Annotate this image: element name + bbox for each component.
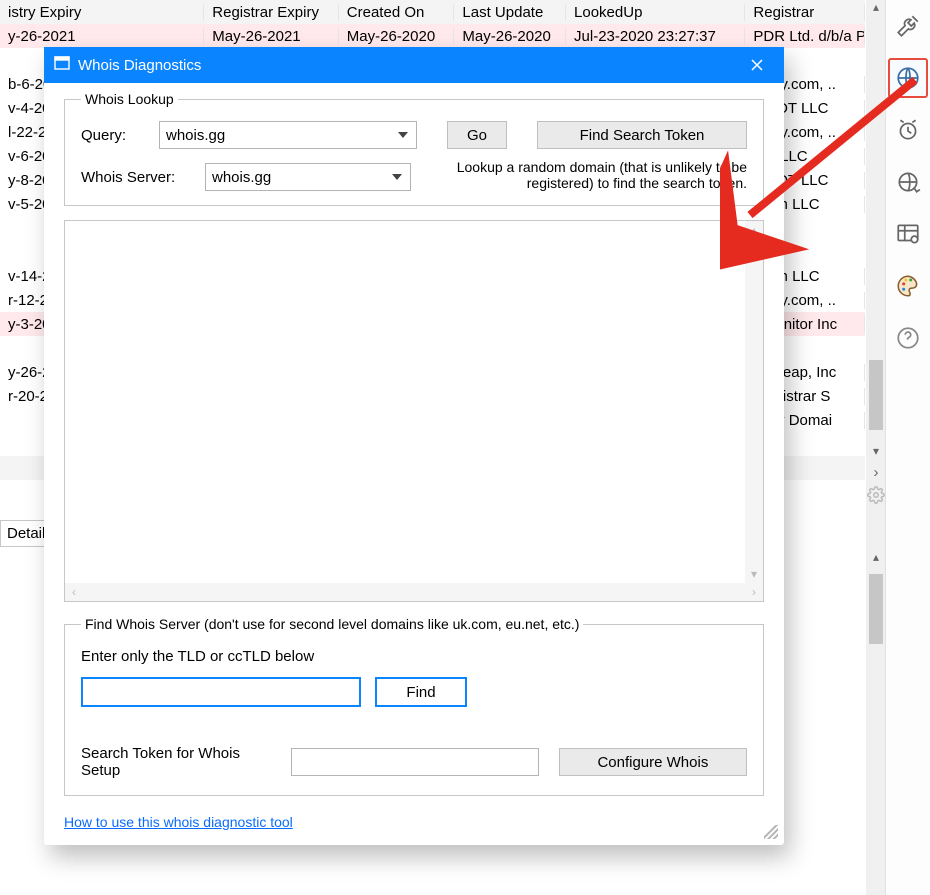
scroll-down-icon[interactable]: ▾ xyxy=(866,444,886,464)
find-button[interactable]: Find xyxy=(375,677,467,707)
scroll-thumb[interactable] xyxy=(869,360,883,430)
table-row[interactable]: y-26-2021 May-26-2021 May-26-2020 May-26… xyxy=(0,24,865,48)
whois-diagnostics-dialog: Whois Diagnostics Whois Lookup Query: wh… xyxy=(44,47,784,845)
query-label: Query: xyxy=(81,127,141,144)
scroll-down-icon[interactable]: ▾ xyxy=(745,565,763,583)
configure-whois-button[interactable]: Configure Whois xyxy=(559,748,747,776)
query-dropdown[interactable]: whois.gg xyxy=(159,121,417,149)
scroll-left-icon[interactable]: ‹ xyxy=(65,583,83,601)
th-registrar[interactable]: Registrar xyxy=(745,4,865,21)
tld-input[interactable] xyxy=(81,677,361,707)
window-icon xyxy=(54,55,70,75)
dialog-titlebar[interactable]: Whois Diagnostics xyxy=(44,47,784,83)
close-button[interactable] xyxy=(740,51,774,79)
tools-icon[interactable] xyxy=(888,6,928,46)
th-lookedup[interactable]: LookedUp xyxy=(566,4,745,21)
alarm-icon[interactable] xyxy=(888,110,928,150)
lookup-output[interactable] xyxy=(69,225,741,579)
output-vertical-scrollbar[interactable]: ▴ ▾ xyxy=(745,221,763,583)
enter-tld-label: Enter only the TLD or ccTLD below xyxy=(81,648,747,665)
scroll-up-icon[interactable]: ▴ xyxy=(866,0,886,20)
find-search-token-button[interactable]: Find Search Token xyxy=(537,121,747,149)
table-header-row: istry Expiry Registrar Expiry Created On… xyxy=(0,0,865,25)
scroll-thumb[interactable] xyxy=(869,574,883,644)
scroll-right-icon[interactable]: › xyxy=(745,583,763,601)
th-registry-expiry[interactable]: istry Expiry xyxy=(0,4,204,21)
whois-server-label: Whois Server: xyxy=(81,169,187,186)
dialog-title: Whois Diagnostics xyxy=(78,57,201,74)
scroll-up-icon[interactable]: ▴ xyxy=(745,221,763,239)
lookup-hint: Lookup a random domain (that is unlikely… xyxy=(445,159,747,191)
help-icon[interactable] xyxy=(888,318,928,358)
table-gear-icon[interactable] xyxy=(888,214,928,254)
lookup-legend: Whois Lookup xyxy=(81,91,178,107)
th-created-on[interactable]: Created On xyxy=(339,4,455,21)
search-token-input[interactable] xyxy=(291,748,539,776)
resize-grip-icon[interactable] xyxy=(764,825,778,839)
gear-icon[interactable] xyxy=(866,486,886,508)
output-horizontal-scrollbar[interactable]: ‹ › xyxy=(65,583,763,601)
go-button[interactable]: Go xyxy=(447,121,507,149)
help-link[interactable]: How to use this whois diagnostic tool xyxy=(64,814,293,830)
globe-refresh-icon[interactable] xyxy=(888,162,928,202)
scroll-up-icon[interactable]: ▴ xyxy=(866,550,886,570)
lookup-output-panel: ▴ ▾ ‹ › xyxy=(64,220,764,602)
th-registrar-expiry[interactable]: Registrar Expiry xyxy=(204,4,339,21)
whois-server-dropdown[interactable]: whois.gg xyxy=(205,163,411,191)
th-last-update[interactable]: Last Update xyxy=(454,4,566,21)
globe-icon[interactable] xyxy=(888,58,928,98)
palette-icon[interactable] xyxy=(888,266,928,306)
search-token-label: Search Token for Whois Setup xyxy=(81,745,271,779)
find-legend: Find Whois Server (don't use for second … xyxy=(81,616,583,632)
scroll-right-icon[interactable]: › xyxy=(866,464,886,482)
right-sidebar xyxy=(885,0,930,895)
details-vertical-scrollbar[interactable]: ▴ xyxy=(866,550,886,895)
